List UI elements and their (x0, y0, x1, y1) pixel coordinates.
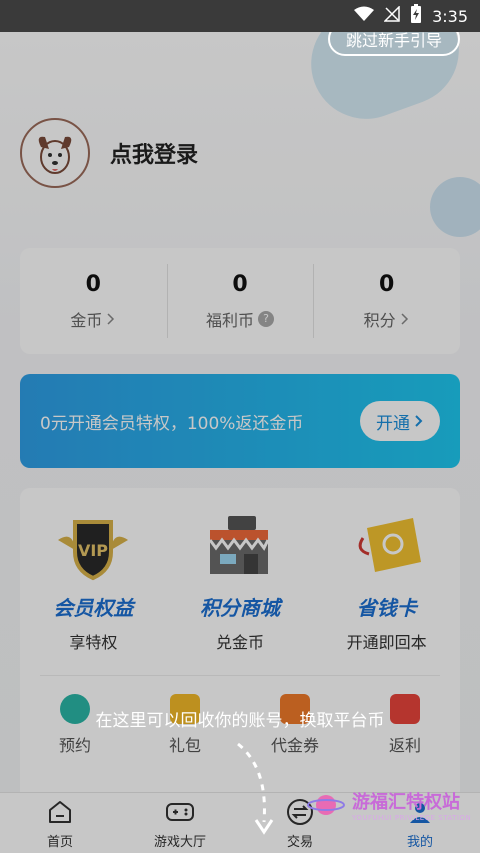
watermark-text: 游福汇特权站 (352, 792, 460, 813)
battery-charging-icon (410, 4, 422, 28)
guide-arrow-icon (237, 742, 274, 835)
no-signal-icon (383, 5, 400, 26)
watermark-logo: 游福汇特权站 YOUFUHUI PRIVILEGE STATION (306, 788, 471, 822)
wifi-icon (354, 6, 375, 26)
guide-tip: 在这里可以回收你的账号，换取平台币 (95, 711, 385, 731)
planet-logo-icon (307, 795, 345, 815)
status-bar: 3:35 (0, 0, 480, 32)
status-time: 3:35 (432, 6, 468, 26)
watermark-subtext: YOUFUHUI PRIVILEGE STATION (352, 814, 472, 822)
